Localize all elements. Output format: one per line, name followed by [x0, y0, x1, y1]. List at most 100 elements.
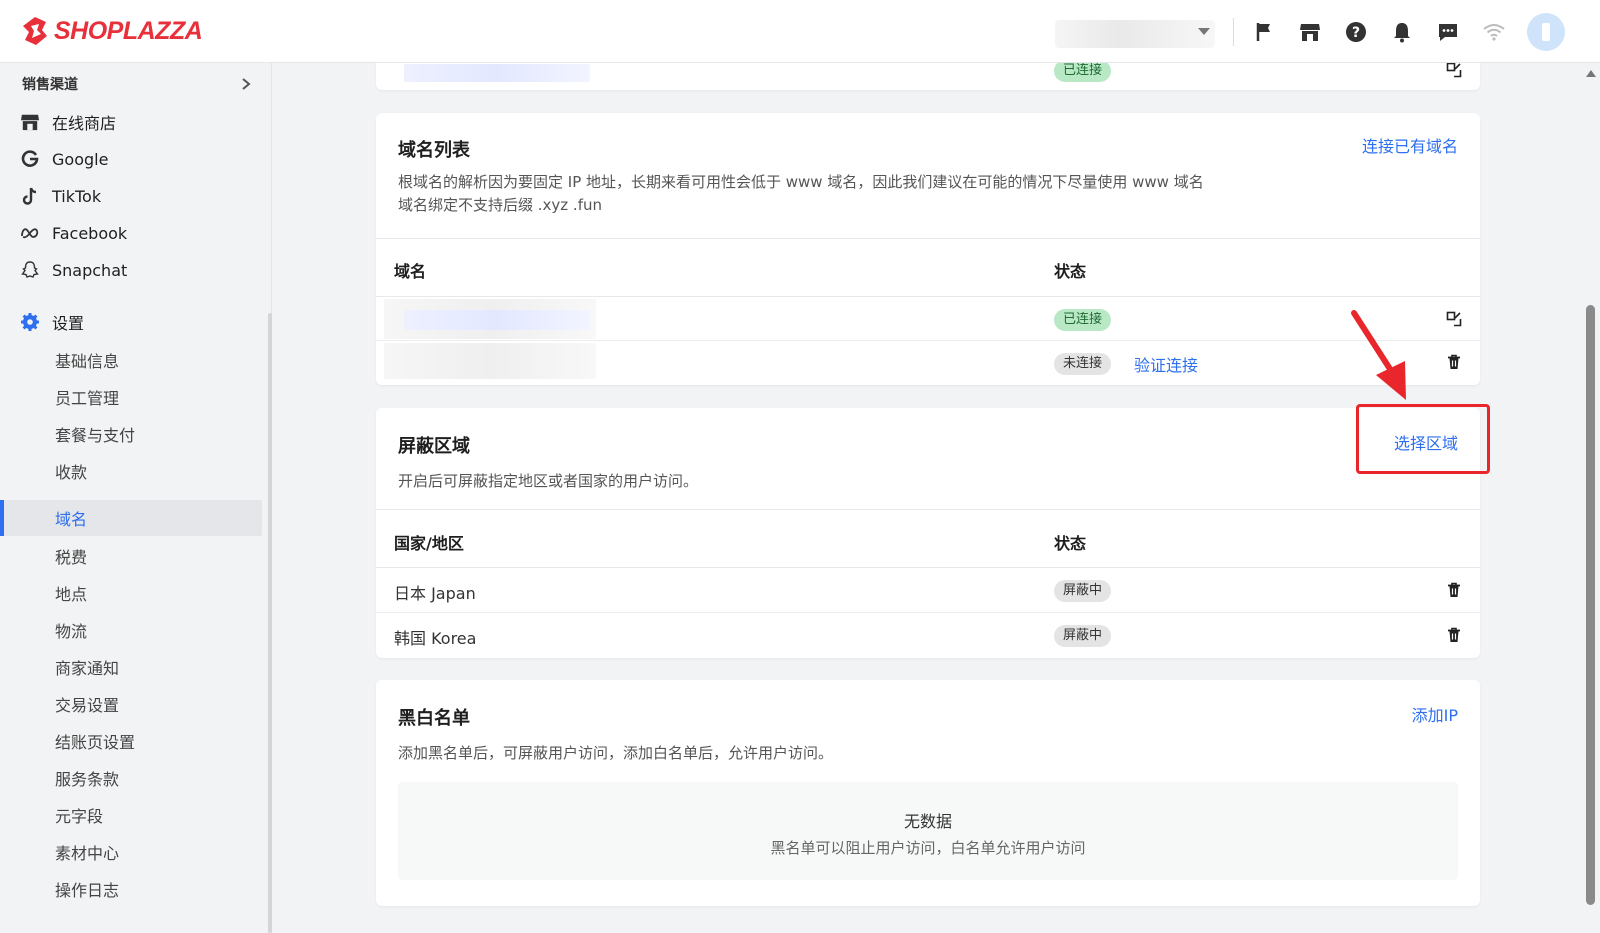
domain-list-card: 域名列表 连接已有域名 根域名的解析因为要固定 IP 地址，长期来看可用性会低于… [376, 113, 1480, 385]
section-description: 开启后可屏蔽指定地区或者国家的用户访问。 [398, 472, 699, 490]
status-badge: 已连接 [1054, 60, 1112, 82]
sidebar-subitem[interactable]: 商家通知 [55, 652, 119, 682]
column-header: 状态 [1054, 534, 1087, 553]
trash-icon[interactable] [1444, 625, 1464, 645]
sidebar-subitem[interactable]: 物流 [55, 615, 87, 645]
status-badge: 屏蔽中 [1054, 580, 1112, 602]
section-title: 域名列表 [398, 140, 470, 161]
flag-icon[interactable] [1252, 20, 1276, 44]
annotation-arrow [1351, 310, 1406, 400]
sidebar-item-label: Google [52, 149, 109, 169]
scrollbar-thumb[interactable] [1586, 305, 1595, 905]
store-icon [20, 112, 40, 132]
table-row: 日本 Japan 屏蔽中 [376, 568, 1480, 613]
external-link-icon[interactable] [1444, 309, 1464, 329]
status-badge: 屏蔽中 [1054, 625, 1112, 647]
bell-icon[interactable] [1390, 20, 1414, 44]
sidebar-subitem[interactable]: 基础信息 [55, 345, 119, 375]
wifi-icon[interactable] [1482, 20, 1506, 44]
sidebar-item-label: 在线商店 [52, 114, 117, 133]
sidebar-item-snapchat[interactable]: Snapchat [20, 255, 127, 285]
sidebar-item-label: Facebook [52, 223, 128, 243]
sidebar-subitem[interactable]: 税费 [55, 541, 87, 571]
active-item-indicator [0, 500, 4, 536]
sidebar-item-facebook[interactable]: Facebook [20, 218, 127, 248]
sidebar-section-sales-channels[interactable]: 销售渠道 [22, 74, 252, 94]
trash-icon[interactable] [1444, 580, 1464, 600]
sidebar-item-label: TikTok [52, 186, 102, 206]
table-row: 韩国 Korea 屏蔽中 [376, 613, 1480, 658]
sidebar: 销售渠道 在线商店 Google TikTok Facebook Snapcha… [0, 63, 272, 933]
sidebar-item-label: 设置 [52, 314, 85, 333]
status-badge: 已连接 [1054, 309, 1112, 331]
sidebar-item-google[interactable]: Google [20, 144, 108, 174]
section-description: 添加黑名单后，可屏蔽用户访问，添加白名单后，允许用户访问。 [398, 744, 834, 762]
sidebar-item-online-store[interactable]: 在线商店 [20, 107, 116, 137]
sidebar-subitem[interactable]: 地点 [55, 578, 87, 608]
sidebar-subitem[interactable]: 操作日志 [55, 874, 119, 904]
top-bar: SHOPLAZZA ? [0, 0, 1600, 63]
blacklist-card: 黑白名单 添加IP 添加黑名单后，可屏蔽用户访问，添加白名单后，允许用户访问。 … [376, 680, 1480, 906]
external-link-icon[interactable] [1444, 60, 1464, 80]
help-icon[interactable]: ? [1344, 20, 1368, 44]
sidebar-subitem[interactable]: 交易设置 [55, 689, 119, 719]
column-header: 国家/地区 [394, 534, 464, 553]
column-header: 域名 [394, 262, 427, 281]
sidebar-scrollbar[interactable] [268, 313, 272, 933]
block-region-card: 屏蔽区域 选择区域 开启后可屏蔽指定地区或者国家的用户访问。 国家/地区 状态 … [376, 408, 1480, 658]
empty-state: 无数据 黑名单可以阻止用户访问，白名单允许用户访问 [398, 782, 1458, 880]
table-row: 未连接 验证连接 [376, 341, 1480, 385]
store-selector[interactable] [1055, 20, 1215, 48]
store-icon[interactable] [1298, 20, 1322, 44]
tiktok-icon [20, 186, 40, 206]
sidebar-subitem[interactable]: 元字段 [55, 800, 103, 830]
gear-icon [20, 312, 40, 332]
active-item-highlight [4, 500, 262, 536]
brand-name: SHOPLAZZA [54, 16, 203, 45]
sidebar-subitem[interactable]: 素材中心 [55, 837, 119, 867]
empty-description: 黑名单可以阻止用户访问，白名单允许用户访问 [770, 839, 1086, 857]
chevron-down-icon[interactable] [1198, 28, 1210, 35]
status-badge: 未连接 [1054, 353, 1112, 375]
empty-title: 无数据 [903, 812, 952, 831]
blurred-domain [404, 310, 590, 330]
annotation-highlight-box [1356, 404, 1490, 474]
chevron-right-icon [242, 78, 251, 90]
sidebar-subitem[interactable]: 服务条款 [55, 763, 119, 793]
snapchat-icon [20, 260, 40, 280]
section-description: 域名绑定不支持后缀 .xyz .fun [398, 196, 602, 214]
divider [1233, 18, 1234, 46]
table-header: 国家/地区 状态 [376, 509, 1480, 568]
section-description: 根域名的解析因为要固定 IP 地址，长期来看可用性会低于 www 域名，因此我们… [398, 173, 1204, 191]
shoplazza-logo-mark [23, 17, 47, 45]
shoplazza-logo[interactable]: SHOPLAZZA [22, 16, 203, 46]
section-title: 屏蔽区域 [398, 436, 470, 457]
trash-icon[interactable] [1444, 352, 1464, 372]
section-label: 销售渠道 [22, 77, 78, 93]
svg-text:?: ? [1352, 25, 1360, 41]
table-header: 域名 状态 [376, 238, 1480, 297]
region-name: 韩国 Korea [394, 629, 477, 648]
blurred-domain [404, 64, 590, 82]
meta-icon [20, 223, 40, 243]
message-icon[interactable] [1436, 20, 1460, 44]
verify-connection-link[interactable]: 验证连接 [1134, 352, 1198, 376]
column-header: 状态 [1054, 262, 1087, 281]
add-ip-link[interactable]: 添加IP [1412, 702, 1458, 726]
sidebar-subitem[interactable]: 收款 [55, 456, 87, 486]
sidebar-subitem[interactable]: 套餐与支付 [55, 419, 135, 449]
sidebar-subitem[interactable]: 员工管理 [55, 382, 119, 412]
avatar[interactable] [1527, 13, 1565, 51]
sidebar-item-label: Snapchat [52, 260, 128, 280]
section-title: 黑白名单 [398, 708, 470, 729]
region-name: 日本 Japan [394, 584, 476, 603]
sidebar-subitem[interactable]: 结账页设置 [55, 726, 135, 756]
sidebar-item-tiktok[interactable]: TikTok [20, 181, 101, 211]
blurred-domain [384, 343, 596, 379]
sidebar-item-settings[interactable]: 设置 [20, 307, 84, 337]
scroll-up-arrow[interactable] [1586, 70, 1596, 77]
table-row: 已连接 [376, 297, 1480, 341]
google-icon [20, 149, 40, 169]
sidebar-subitem-active[interactable]: 域名 [55, 503, 87, 533]
connect-existing-domain-link[interactable]: 连接已有域名 [1362, 133, 1458, 157]
